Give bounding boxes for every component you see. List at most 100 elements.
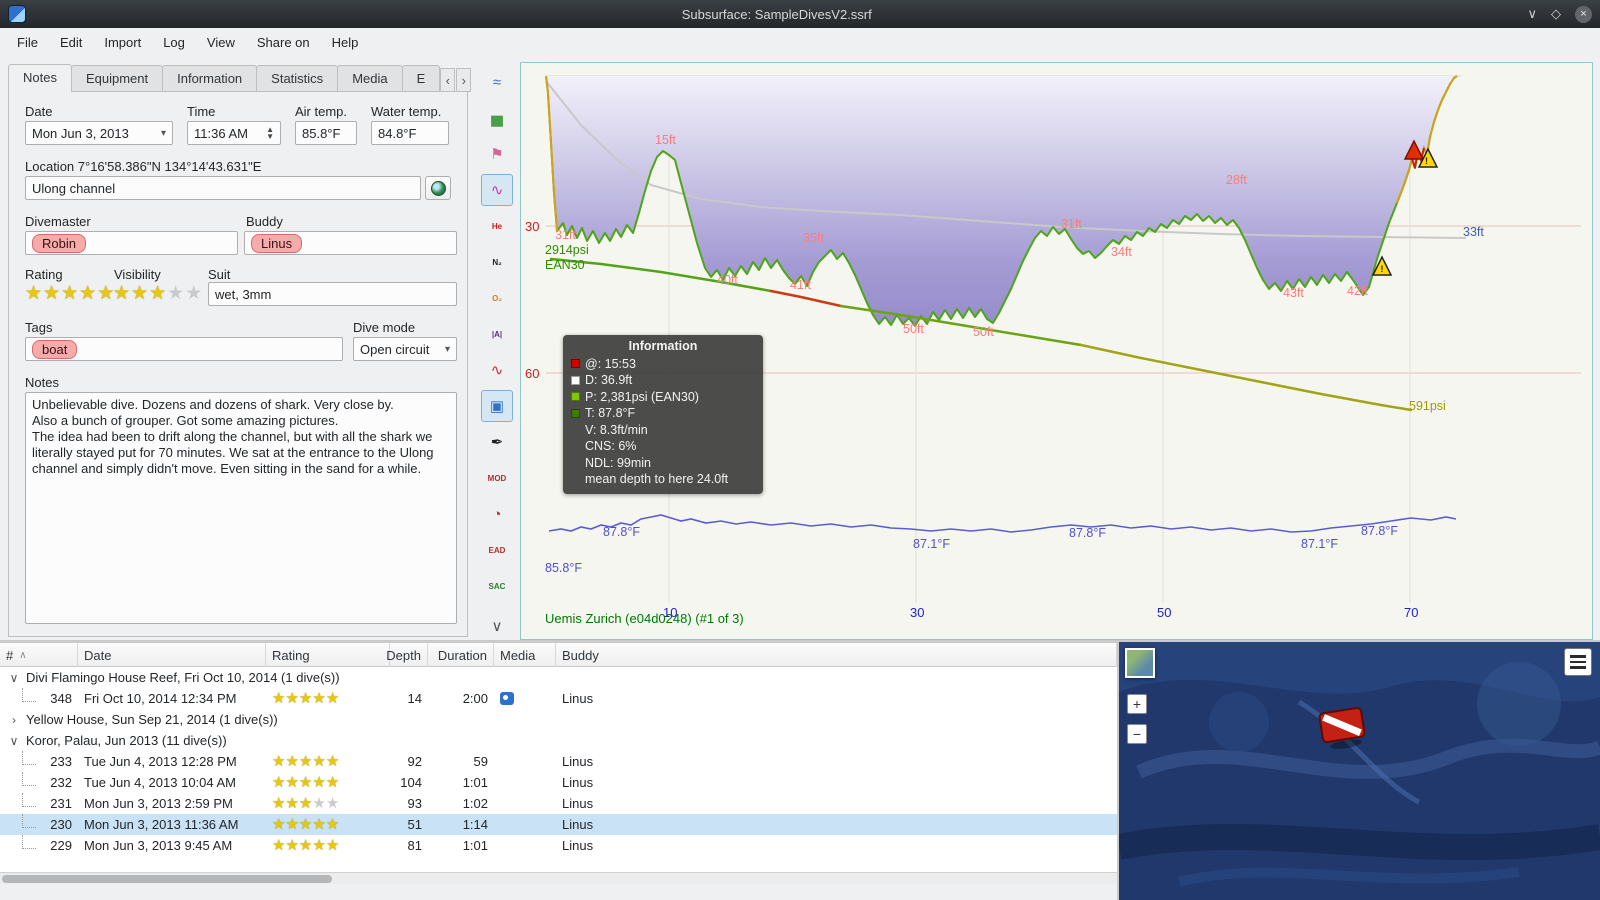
menu-item-view[interactable]: View <box>196 31 246 54</box>
scrollbar-thumb[interactable] <box>2 875 332 883</box>
tab-e[interactable]: E <box>401 65 441 92</box>
menu-item-edit[interactable]: Edit <box>49 31 93 54</box>
profile-label-depth: 31ft <box>1061 217 1082 231</box>
dive-row[interactable]: 231 Mon Jun 3, 2013 2:59 PM ★ ★ ★ ★ ★ 93 1:02 Lin… <box>0 793 1117 814</box>
profile-toolbar-scroll-down-button[interactable]: ∨ <box>481 610 513 642</box>
profile-toolbar-ead-icon[interactable]: EAD <box>481 534 513 566</box>
trip-header[interactable]: ∨ Koror, Palau, Jun 2013 (11 dive(s)) <box>0 730 1117 751</box>
buddy-chip[interactable]: Linus <box>251 233 303 253</box>
map-menu-button[interactable] <box>1564 648 1592 676</box>
tab-equipment[interactable]: Equipment <box>70 65 164 92</box>
collapse-icon[interactable]: ∨ <box>8 734 20 748</box>
dive-row[interactable]: 232 Tue Jun 4, 2013 10:04 AM ★ ★ ★ ★ ★ 104 1:01 L… <box>0 772 1117 793</box>
tab-scroll-prev-button[interactable]: ‹ <box>440 68 456 92</box>
menu-item-log[interactable]: Log <box>152 31 196 54</box>
column-header-media[interactable]: Media <box>494 643 556 667</box>
column-header-duration[interactable]: Duration <box>428 643 494 667</box>
dive-row[interactable]: 348 Fri Oct 10, 2014 12:34 PM ★ ★ ★ ★ ★ 14 2:00 L… <box>0 688 1117 709</box>
title-bar: Subsurface: SampleDivesV2.ssrf ∨ ◇ × <box>0 0 1600 28</box>
profile-toolbar-sac-icon[interactable]: SAC <box>481 570 513 602</box>
maximize-icon[interactable]: ◇ <box>1551 6 1561 22</box>
column-header-rating[interactable]: Rating <box>266 643 390 667</box>
visibility-stars[interactable]: ★ ★ ★ ★ ★ <box>113 284 202 303</box>
collapse-icon[interactable]: ∨ <box>8 671 20 685</box>
star-icon: ★ <box>272 690 286 707</box>
trip-row[interactable]: ∨ Koror, Palau, Jun 2013 (11 dive(s)) <box>0 730 1117 751</box>
air-temp-value: 85.8°F <box>302 125 341 141</box>
profile-toolbar-pp-o2-icon[interactable]: O₂ <box>481 282 513 314</box>
star-icon: ★ <box>285 816 299 833</box>
profile-toolbar-pen-icon[interactable]: ✒ <box>481 426 513 458</box>
profile-toolbar-ceiling-icon[interactable]: ▅ <box>481 102 513 134</box>
trip-header[interactable]: ∨ Divi Flamingo House Reef, Fri Oct 10, 2… <box>0 667 1117 688</box>
zoom-out-button[interactable]: − <box>1127 724 1147 744</box>
zoom-in-button[interactable]: + <box>1127 694 1147 714</box>
dive-profile-chart[interactable]: ! ! 15ft 28ft 31ft 35ft 40ft 41ft 31ft 34ft 43ft… <box>520 62 1593 640</box>
water-temp-field[interactable]: 84.8°F <box>371 121 449 145</box>
profile-label-depth: 50ft <box>973 325 994 339</box>
dive-row[interactable]: 233 Tue Jun 4, 2013 12:28 PM ★ ★ ★ ★ ★ 92 59 Linu… <box>0 751 1117 772</box>
tab-information[interactable]: Information <box>162 65 258 92</box>
star-icon: ★ <box>325 753 340 770</box>
horizontal-scrollbar[interactable] <box>0 872 1117 884</box>
time-stepper[interactable]: 11:36 AM ▲ ▼ <box>187 121 281 145</box>
suit-input[interactable]: wet, 3mm <box>208 282 457 306</box>
tags-input[interactable]: boat <box>25 337 343 361</box>
close-icon[interactable]: × <box>1575 5 1592 23</box>
menu-item-file[interactable]: File <box>6 31 49 54</box>
profile-toolbar-swimmer-icon[interactable]: ≈ <box>481 66 513 98</box>
menu-item-import[interactable]: Import <box>93 31 152 54</box>
dive-row[interactable]: 230 Mon Jun 3, 2013 11:36 AM ★ ★ ★ ★ ★ 51 1:14 Li… <box>0 814 1117 835</box>
tag-chip[interactable]: boat <box>32 339 78 359</box>
star-icon: ★ <box>285 774 299 791</box>
spinner-arrows-icon[interactable]: ▲ ▼ <box>266 126 274 141</box>
date-select[interactable]: Mon Jun 3, 2013 ▾ <box>25 121 173 145</box>
profile-toolbar-photos-icon[interactable]: ▣ <box>481 390 513 422</box>
dive-mode-select[interactable]: Open circuit ▾ <box>353 337 457 361</box>
profile-toolbar-ndl-icon[interactable]: ◔ <box>481 498 513 530</box>
menu-item-share-on[interactable]: Share on <box>246 31 321 54</box>
tab-notes[interactable]: Notes <box>8 64 72 92</box>
star-icon: ★ <box>325 837 340 854</box>
column-header-depth[interactable]: Depth <box>386 643 428 667</box>
profile-label-depth: 35ft <box>803 231 824 245</box>
expand-icon[interactable]: › <box>8 713 20 727</box>
temperature-line <box>548 514 1457 533</box>
dive-row[interactable]: 229 Mon Jun 3, 2013 9:45 AM ★ ★ ★ ★ ★ 81 1:01 Lin… <box>0 835 1117 856</box>
trip-row[interactable]: › Yellow House, Sun Sep 21, 2014 (1 dive(… <box>0 709 1117 730</box>
tab-statistics[interactable]: Statistics <box>256 65 339 92</box>
dive-map[interactable]: + − <box>1119 642 1600 900</box>
minimize-icon[interactable]: ∨ <box>1527 6 1537 22</box>
location-input[interactable]: Ulong channel <box>25 176 421 200</box>
hamburger-icon <box>1570 655 1586 658</box>
tab-scroll-next-button[interactable]: › <box>456 68 472 92</box>
air-temp-field[interactable]: 85.8°F <box>295 121 357 145</box>
buddy-input[interactable]: Linus <box>244 231 457 255</box>
column-header-buddy[interactable]: Buddy <box>556 643 1117 667</box>
profile-label-temp: 87.8°F <box>1069 526 1106 540</box>
profile-toolbar-mod-icon[interactable]: MOD <box>481 462 513 494</box>
column-header-[interactable]: # ∧ <box>0 643 78 667</box>
trip-header[interactable]: › Yellow House, Sun Sep 21, 2014 (1 dive(… <box>0 709 1117 730</box>
profile-toolbar-overlay-icon[interactable]: ∿ <box>481 174 513 206</box>
divemaster-input[interactable]: Robin <box>25 231 238 255</box>
profile-toolbar-pp-n2-icon[interactable]: N₂ <box>481 246 513 278</box>
tab-media[interactable]: Media <box>337 65 403 92</box>
profile-label-ax: 30 <box>910 605 925 620</box>
profile-toolbar-heartrate-icon[interactable]: ∿ <box>481 354 513 386</box>
minimap-button[interactable] <box>1125 648 1155 678</box>
menu-item-help[interactable]: Help <box>321 31 370 54</box>
column-header-date[interactable]: Date <box>78 643 266 667</box>
dive-media-cell <box>494 835 556 856</box>
menu-bar: File Edit Import Log View Share on Help <box>0 28 1600 57</box>
profile-toolbar-pp-he-icon[interactable]: He <box>481 210 513 242</box>
rating-stars[interactable]: ★ ★ ★ ★ ★ <box>25 284 114 303</box>
globe-button[interactable] <box>425 176 451 200</box>
star-icon: ★ <box>43 283 61 304</box>
profile-toolbar-events-icon[interactable]: ⚑ <box>481 138 513 170</box>
profile-toolbar-gas-label-icon[interactable]: |A| <box>481 318 513 350</box>
info-marker-icon <box>571 359 580 369</box>
trip-row[interactable]: ∨ Divi Flamingo House Reef, Fri Oct 10, 2… <box>0 667 1117 688</box>
notes-textarea[interactable]: Unbelievable dive. Dozens and dozens of … <box>25 392 457 624</box>
divemaster-chip[interactable]: Robin <box>32 233 86 253</box>
